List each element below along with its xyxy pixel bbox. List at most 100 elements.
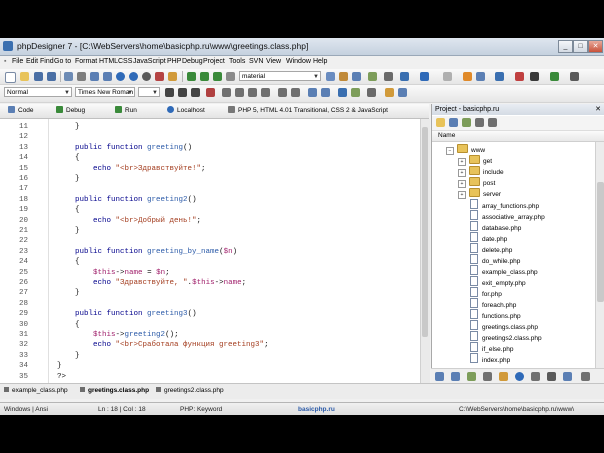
close-tab-icon[interactable] — [156, 387, 161, 392]
localhost-button[interactable]: Localhost — [167, 106, 205, 116]
close-icon[interactable]: ✕ — [595, 104, 601, 115]
tree-file[interactable]: array_functions.php — [470, 199, 539, 210]
expand-icon[interactable]: + — [458, 180, 466, 188]
search-results-icon[interactable] — [547, 372, 556, 381]
new-file-icon[interactable] — [5, 72, 16, 83]
replace-icon[interactable] — [155, 72, 164, 81]
code-line[interactable]: 15 echo "<br>Здравствуйте!"; — [0, 164, 420, 174]
tree-file[interactable]: for.php — [470, 287, 502, 298]
expand-icon[interactable]: + — [458, 191, 466, 199]
tree-folder-root[interactable]: − www — [446, 144, 485, 155]
code-line[interactable]: 21 } — [0, 226, 420, 236]
tree-folder[interactable]: + include — [458, 166, 504, 177]
stop-icon[interactable] — [515, 72, 524, 81]
tree-file[interactable]: associative_array.php — [470, 210, 545, 221]
syntax-select[interactable]: PHP 5, HTML 4.01 Transitional, CSS 2 & J… — [228, 106, 388, 116]
minimize-button[interactable]: _ — [558, 40, 573, 53]
debug-button[interactable]: Debug — [56, 106, 85, 116]
align-right-icon[interactable] — [248, 88, 257, 97]
snippets-icon[interactable] — [499, 372, 508, 381]
globe-icon[interactable] — [129, 72, 138, 81]
menu-css[interactable]: CSS — [118, 58, 132, 65]
html-tag-icon[interactable] — [339, 72, 348, 81]
align-center-icon[interactable] — [235, 88, 244, 97]
outline-icon[interactable] — [483, 372, 492, 381]
forward-icon[interactable] — [213, 72, 222, 81]
bookmarks-icon[interactable] — [563, 372, 572, 381]
editor-vertical-scrollbar[interactable] — [420, 119, 430, 383]
code-line[interactable]: 18 public function greeting2() — [0, 195, 420, 205]
filter-icon[interactable] — [475, 118, 484, 127]
code-line[interactable]: 25 $this->name = $n; — [0, 268, 420, 278]
open-folder-icon[interactable] — [20, 72, 29, 81]
tree-file[interactable]: foreach.php — [470, 298, 516, 309]
snippet-icon[interactable] — [443, 72, 452, 81]
comment-icon[interactable] — [385, 88, 394, 97]
tree-file[interactable]: functions.php — [470, 309, 521, 320]
code-line[interactable]: 17 — [0, 184, 420, 194]
menu-tools[interactable]: Tools — [229, 58, 245, 65]
menu-javascript[interactable]: JavaScript — [133, 58, 166, 65]
font-color-icon[interactable] — [206, 88, 215, 97]
outdent-icon[interactable] — [321, 88, 330, 97]
indent-icon[interactable] — [308, 88, 317, 97]
menu-help[interactable]: Help — [313, 58, 327, 65]
menu-goto[interactable]: Go to — [54, 58, 71, 65]
scrollbar-thumb[interactable] — [422, 127, 428, 337]
up-folder-icon[interactable] — [462, 118, 471, 127]
code-line[interactable]: 12 — [0, 132, 420, 142]
menu-view[interactable]: View — [266, 58, 281, 65]
php-manual-icon[interactable] — [515, 372, 524, 381]
close-button[interactable]: ✕ — [588, 40, 603, 53]
code-line[interactable]: 32 echo "<br>Сработала функция greeting3… — [0, 340, 420, 350]
run-button[interactable]: Run — [115, 106, 137, 116]
menu-debug[interactable]: Debug — [182, 58, 203, 65]
close-tab-icon[interactable] — [4, 387, 9, 392]
color-picker-icon[interactable] — [326, 72, 335, 81]
bold-icon[interactable] — [165, 88, 174, 97]
style-select[interactable]: Normal ▼ — [4, 87, 72, 97]
code-line[interactable]: 29 public function greeting3() — [0, 309, 420, 319]
tree-file[interactable]: do_while.php — [470, 254, 520, 265]
expand-icon[interactable]: + — [458, 169, 466, 177]
tree-file[interactable]: delete.php — [470, 243, 512, 254]
refresh-icon[interactable] — [449, 118, 458, 127]
maximize-button[interactable]: □ — [573, 40, 588, 53]
reload-icon[interactable] — [226, 72, 235, 81]
ftp-icon[interactable] — [420, 72, 429, 81]
image-icon[interactable] — [368, 72, 377, 81]
expand-icon[interactable]: + — [458, 158, 466, 166]
browser-preview-icon[interactable] — [116, 72, 125, 81]
font-size-select[interactable]: ▼ — [138, 87, 160, 97]
close-tab-icon[interactable] — [80, 387, 85, 392]
tree-folder[interactable]: + server — [458, 188, 501, 199]
terminal-icon[interactable] — [495, 72, 504, 81]
tab-greetings2-class[interactable]: greetings2.class.php — [156, 387, 224, 394]
back-icon[interactable] — [200, 72, 209, 81]
code-line[interactable]: 20 echo "<br>Добрый день!"; — [0, 216, 420, 226]
save-icon[interactable] — [34, 72, 43, 81]
tree-file[interactable]: example_class.php — [470, 265, 538, 276]
code-view-button[interactable]: Code — [8, 106, 34, 116]
menu-file[interactable]: File — [12, 58, 23, 65]
tools-icon[interactable] — [400, 72, 409, 81]
copy-icon[interactable] — [90, 72, 99, 81]
collapse-icon[interactable]: − — [446, 147, 454, 155]
bookmark-icon[interactable] — [168, 72, 177, 81]
cut-icon[interactable] — [77, 72, 86, 81]
paste-icon[interactable] — [103, 72, 112, 81]
tree-file[interactable]: exit_empty.php — [470, 276, 526, 287]
add-folder-icon[interactable] — [436, 118, 445, 127]
tree-file[interactable]: date.php — [470, 232, 507, 243]
scrollbar-thumb[interactable] — [597, 182, 604, 302]
check-syntax-icon[interactable] — [187, 72, 196, 81]
todo-icon[interactable] — [531, 372, 540, 381]
hr-icon[interactable] — [367, 88, 376, 97]
link-icon[interactable] — [338, 88, 347, 97]
code-line[interactable]: 26 echo "Здравствуйте, ".$this->name; — [0, 278, 420, 288]
save-all-icon[interactable] — [47, 72, 56, 81]
table-icon[interactable] — [352, 72, 361, 81]
align-justify-icon[interactable] — [261, 88, 270, 97]
menu-edit[interactable]: Edit — [26, 58, 38, 65]
menu-format[interactable]: Format — [75, 58, 97, 65]
